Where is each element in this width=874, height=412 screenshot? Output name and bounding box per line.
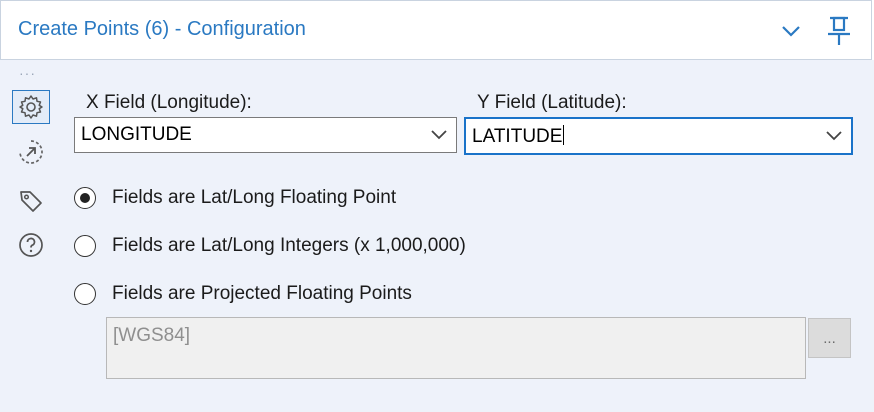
tag-icon[interactable] (12, 184, 50, 218)
circle-arrow-icon[interactable] (12, 135, 50, 169)
radio-projected-floating[interactable]: Fields are Projected Floating Points (74, 280, 412, 308)
chevron-down-icon (431, 130, 447, 140)
projection-field: [WGS84] (106, 317, 806, 379)
configuration-panel: ··· X Field (Longitude): LONGITUDE Y Fie… (0, 60, 874, 412)
radio-label: Fields are Projected Floating Points (112, 283, 412, 304)
y-field-value: LATITUDE (472, 126, 563, 147)
radio-button[interactable] (74, 283, 96, 305)
x-field-value: LONGITUDE (81, 124, 192, 145)
radio-lat-long-floating[interactable]: Fields are Lat/Long Floating Point (74, 184, 396, 212)
radio-label: Fields are Lat/Long Integers (x 1,000,00… (112, 235, 466, 256)
chevron-down-icon (826, 131, 842, 141)
chevron-down-icon[interactable] (779, 20, 803, 42)
x-field-select[interactable]: LONGITUDE (74, 117, 457, 153)
radio-label: Fields are Lat/Long Floating Point (112, 187, 397, 208)
radio-button[interactable] (74, 235, 96, 257)
gear-icon[interactable] (12, 90, 50, 124)
help-icon[interactable] (12, 228, 50, 262)
browse-projection-button: ... (808, 318, 851, 358)
y-field-input[interactable]: LATITUDE (472, 125, 565, 148)
x-field-label: X Field (Longitude): (86, 92, 252, 113)
radio-lat-long-integers[interactable]: Fields are Lat/Long Integers (x 1,000,00… (74, 232, 466, 260)
projection-value: [WGS84] (113, 325, 191, 346)
y-field-label: Y Field (Latitude): (477, 92, 627, 113)
overflow-dots-icon[interactable]: ··· (19, 66, 36, 80)
pin-icon[interactable] (825, 15, 853, 47)
text-cursor (563, 125, 565, 145)
window-title: Create Points (6) - Configuration (18, 18, 306, 40)
radio-selected-dot (80, 193, 90, 203)
y-field-select[interactable]: LATITUDE (464, 117, 853, 155)
config-header: Create Points (6) - Configuration (0, 0, 872, 60)
radio-button[interactable] (74, 187, 96, 209)
